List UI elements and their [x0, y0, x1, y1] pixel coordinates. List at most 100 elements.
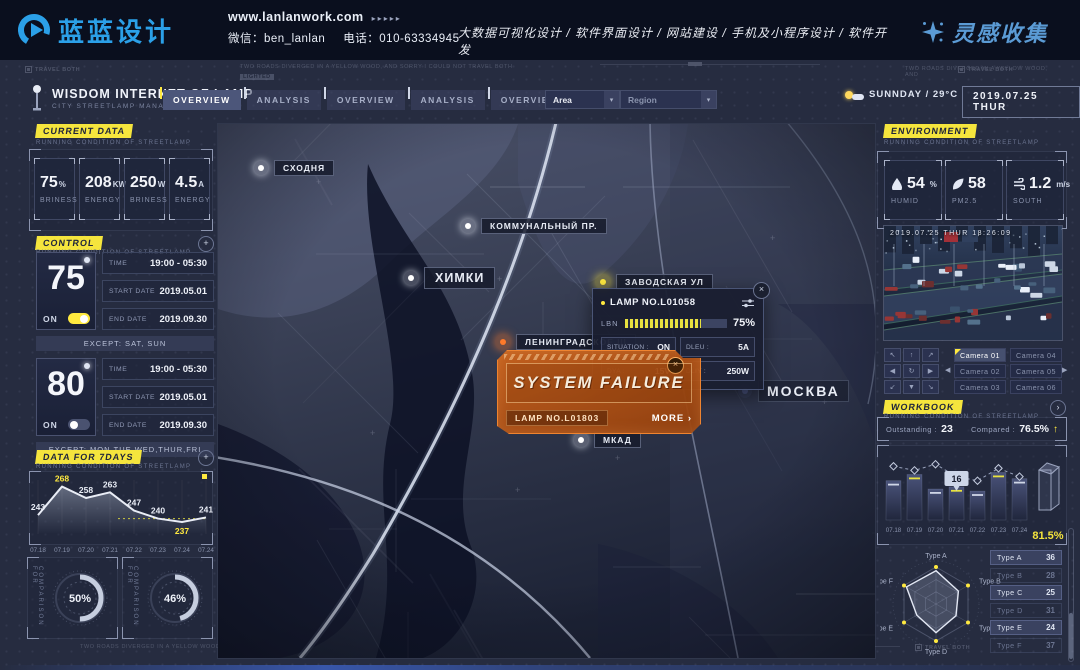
alert-title: SYSTEM FAILURE: [513, 374, 684, 393]
camera-pan-left[interactable]: ◀: [884, 364, 901, 378]
svg-text:07.22: 07.22: [970, 527, 986, 534]
area-select[interactable]: Area ▾: [545, 90, 620, 109]
stat-value: 250: [130, 174, 157, 191]
sliders-icon[interactable]: [741, 298, 755, 308]
camera-pan-down-right[interactable]: ↘: [922, 380, 939, 394]
camera-name: Camera 02: [960, 367, 1000, 376]
environment-stats: 54%HUMID58PM2.51.2m/sSOUTH: [884, 160, 1064, 220]
schedule-row-label: START DATE: [109, 288, 155, 295]
tab-overview-1[interactable]: OVERVIEW: [163, 90, 241, 110]
popup-close-icon[interactable]: ×: [753, 282, 770, 299]
env-value: 54: [907, 175, 925, 193]
type-row-type-a[interactable]: Type A36: [990, 550, 1062, 565]
camera-select-4[interactable]: Camera 04: [1010, 348, 1062, 362]
comparison-gauges: COMPARISON FOR50%COMPARISON FOR46%: [28, 558, 212, 638]
system-failure-alert: × SYSTEM FAILURE LAMP NO.L01803 MORE ›: [497, 350, 701, 434]
popup-header: LAMP NO.L01058: [601, 297, 755, 308]
checkbox-icon: [25, 66, 32, 73]
schedule-row-value: 2019.05.01: [159, 392, 207, 403]
stat-unit: A: [198, 180, 204, 189]
outstanding-label: Outstanding: [886, 425, 937, 434]
brightness-bar[interactable]: [625, 319, 727, 328]
map-label-2[interactable]: КОММУНАЛЬНЫЙ ПР.: [461, 218, 607, 234]
control-add-button[interactable]: +: [198, 236, 214, 252]
schedule-row-end-date[interactable]: END DATE2019.09.30: [102, 414, 214, 436]
type-row-type-e[interactable]: Type E24: [990, 620, 1062, 635]
control-schedule-2: 80ON TIME19:00 - 05:30 START DATE 2019.05.0…: [36, 358, 214, 458]
map-label-3[interactable]: ХИМКИ: [404, 267, 495, 289]
environment-stat-humid: 54%HUMID: [884, 160, 942, 220]
camera-select-2[interactable]: Camera 02: [954, 364, 1006, 378]
camera-list: Camera 01 Camera 02 Camera 03 Camera 04 Came…: [954, 348, 1062, 394]
region-select[interactable]: Region ▾: [620, 90, 717, 109]
camera-feed[interactable]: [884, 226, 1062, 340]
chevron-down-icon[interactable]: ▾: [701, 91, 716, 108]
schedule-row-start-date[interactable]: START DATE2019.05.01: [102, 280, 214, 302]
right-scrollbar[interactable]: [1068, 528, 1074, 662]
lamp-toggle[interactable]: [68, 313, 90, 324]
compared-value: 76.5%: [1019, 423, 1049, 435]
lamp-level-display: 80ON: [36, 358, 96, 436]
type-row-type-c[interactable]: Type C25: [990, 585, 1062, 600]
schedule-row-time[interactable]: TIME19:00 - 05:30: [102, 358, 214, 380]
schedule-row-time[interactable]: TIME19:00 - 05:30: [102, 252, 214, 274]
scrollbar-thumb[interactable]: [1069, 613, 1073, 659]
type-radar-chart: Type AType BType CType DType EType F: [880, 542, 1004, 670]
camera-pan-up[interactable]: ↑: [903, 348, 920, 362]
tab-bar: OVERVIEWANALYSISOVERVIEWANALYSISOVERVIEW: [163, 90, 568, 110]
stat-value-row: 4.5A: [175, 174, 204, 192]
schedule-row-start-date[interactable]: START DATE 2019.05.01: [102, 386, 214, 408]
type-row-type-d[interactable]: Type D31: [990, 603, 1062, 618]
camera-select-6[interactable]: Camera 06: [1010, 380, 1062, 394]
svg-text:Type D: Type D: [925, 649, 947, 656]
type-label: Type C: [997, 588, 1023, 597]
type-value: 36: [1046, 553, 1055, 562]
alert-more-button[interactable]: MORE ›: [652, 413, 692, 424]
camera-pan-right[interactable]: ▶: [922, 364, 939, 378]
tab-overview-3[interactable]: OVERVIEW: [327, 90, 405, 110]
svg-text:Type F: Type F: [880, 579, 893, 586]
dashboard: TRAVEL BOTH TWO ROADS DIVERGED IN A YELL…: [0, 60, 1080, 670]
env-label: HUMID: [891, 198, 919, 205]
type-row-type-f[interactable]: Type F37: [990, 638, 1062, 653]
radar-canvas: Type AType BType CType DType EType F: [880, 542, 1004, 670]
lamp-toggle[interactable]: [68, 419, 90, 430]
env-unit: m/s: [1056, 180, 1070, 189]
camera-next-button[interactable]: ▶: [1062, 366, 1067, 374]
tab-label: OVERVIEW: [173, 95, 231, 105]
city-map[interactable]: ++++++++ × LAMP NO.L01058 LBN 75%: [218, 124, 875, 658]
chevron-down-icon[interactable]: ▾: [604, 91, 619, 108]
lamp-state-label: ON: [43, 420, 58, 430]
svg-text:240: 240: [151, 506, 165, 516]
camera-pan-up-right[interactable]: ↗: [922, 348, 939, 362]
current-data-stats: 75%BRINESS208KWENERGY250WBRINESS4.5AENER…: [34, 158, 210, 220]
tab-analysis-4[interactable]: ANALYSIS: [411, 90, 485, 110]
camera-select-3[interactable]: Camera 03: [954, 380, 1006, 394]
camera-prev-button[interactable]: ◀: [945, 366, 950, 374]
site-url[interactable]: www.lanlanwork.com▸▸▸▸▸: [228, 10, 477, 24]
map-label-1[interactable]: СХОДНЯ: [254, 160, 334, 176]
schedule-row-end-date[interactable]: END DATE2019.09.30: [102, 308, 214, 330]
tab-analysis-2[interactable]: ANALYSIS: [247, 90, 321, 110]
environment-stat-south: 1.2m/sSOUTH: [1006, 160, 1064, 220]
workbook-next-button[interactable]: ›: [1050, 400, 1066, 416]
camera-pan-rotate[interactable]: ↻: [903, 364, 920, 378]
camera-pan-down[interactable]: ▼: [903, 380, 920, 394]
camera-select-1[interactable]: Camera 01: [954, 348, 1006, 362]
env-label: SOUTH: [1013, 198, 1043, 205]
camera-select-5[interactable]: Camera 05: [1010, 364, 1062, 378]
tab-label: OVERVIEW: [337, 95, 395, 105]
camera-name: Camera 06: [1016, 383, 1056, 392]
popup-field-label: DLEU :: [686, 344, 709, 351]
type-row-type-b[interactable]: Type B28: [990, 568, 1062, 583]
type-value: 31: [1046, 606, 1055, 615]
schedule-row-label: START DATE: [109, 394, 155, 401]
camera-pan-up-left[interactable]: ↖: [884, 348, 901, 362]
collection-link[interactable]: 灵感收集: [920, 16, 1048, 48]
week-expand-button[interactable]: +: [198, 450, 214, 466]
services-list: 大数据可视化设计 / 软件界面设计 / 网站建设 / 手机及小程序设计 / 软件…: [458, 24, 898, 58]
map-label-6[interactable]: МКАД: [574, 432, 641, 448]
stat-label: ENERGY: [85, 197, 121, 204]
camera-pan-down-left[interactable]: ↙: [884, 380, 901, 394]
lamp-state-row: ON: [43, 419, 90, 430]
